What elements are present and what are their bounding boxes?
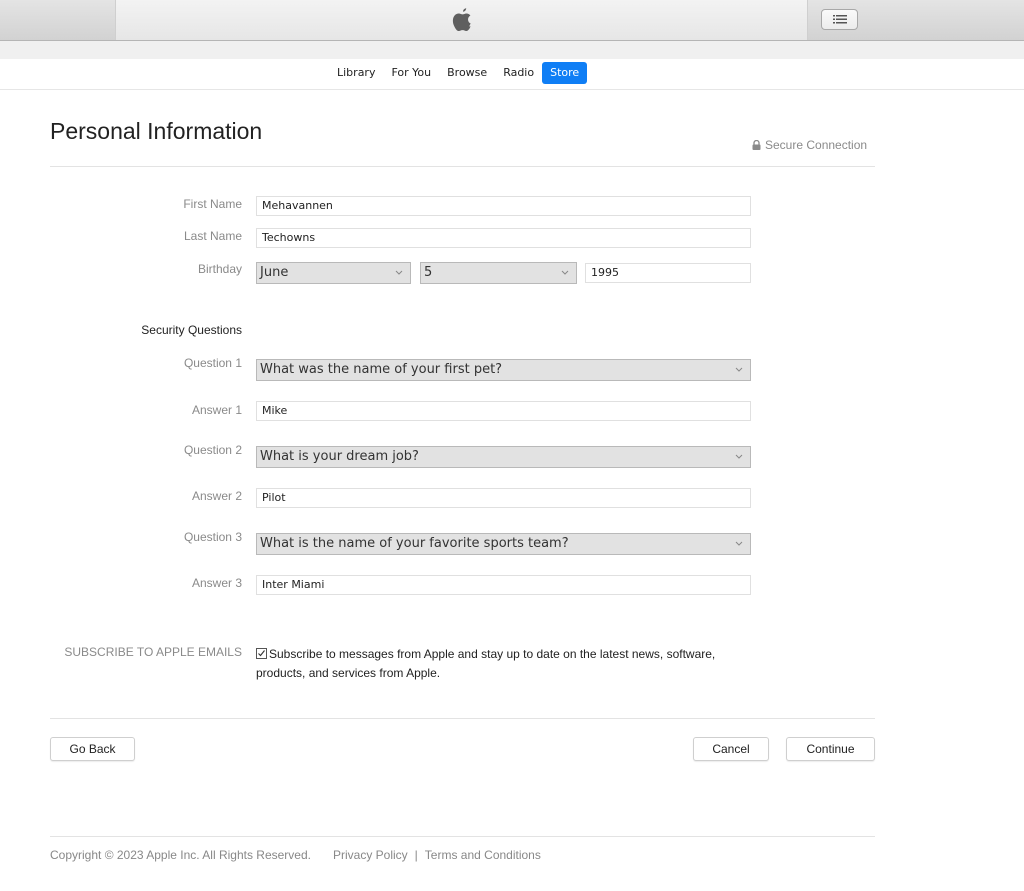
question-1-select[interactable]: What was the name of your first pet? [256,359,751,381]
answer-1-label: Answer 1 [191,403,242,417]
question-1-value: What was the name of your first pet? [260,362,503,377]
birthday-day-value: 5 [424,265,433,280]
question-2-select[interactable]: What is your dream job? [256,446,751,468]
question-2-label: Question 2 [183,443,242,457]
header-divider [50,166,875,167]
footer-separator: | [414,848,418,862]
answer-3-label: Answer 3 [191,576,242,590]
tab-store[interactable]: Store [542,62,588,84]
lock-icon [752,140,761,150]
tab-browse[interactable]: Browse [439,62,495,84]
tab-radio[interactable]: Radio [495,62,542,84]
birthday-month-select[interactable]: June [256,262,411,284]
question-2-value: What is your dream job? [260,449,419,464]
birthday-year-input[interactable]: 1995 [585,263,751,283]
tab-library[interactable]: Library [329,62,383,84]
main-nav: Library For You Browse Radio Store [0,59,1024,90]
page-title: Personal Information [50,118,263,144]
subscribe-checkbox[interactable] [256,648,267,659]
answer-2-input[interactable]: Pilot [256,488,751,508]
question-3-select[interactable]: What is the name of your favorite sports… [256,533,751,555]
birthday-day-select[interactable]: 5 [420,262,577,284]
security-questions-heading: Security Questions [141,323,242,337]
cancel-button[interactable]: Cancel [693,737,769,761]
actions-divider [50,718,875,719]
subscribe-text: Subscribe to messages from Apple and sta… [256,647,716,680]
birthday-label: Birthday [197,262,242,276]
subscribe-option: Subscribe to messages from Apple and sta… [256,645,756,683]
answer-3-input[interactable]: Inter Miami [256,575,751,595]
go-back-button[interactable]: Go Back [50,737,135,761]
title-bar [0,0,1024,41]
secure-connection-label: Secure Connection [765,138,868,152]
footer-divider [50,836,875,837]
copyright-text: Copyright © 2023 Apple Inc. All Rights R… [50,848,311,862]
list-view-button[interactable] [821,9,858,30]
question-1-label: Question 1 [183,356,242,370]
question-3-label: Question 3 [183,530,242,544]
privacy-policy-link[interactable]: Privacy Policy [333,848,408,862]
last-name-input[interactable]: Techowns [256,228,751,248]
last-name-label: Last Name [183,229,242,243]
chevron-down-icon [735,367,743,372]
list-icon [832,15,847,24]
apple-logo-icon [452,8,471,31]
secure-connection: Secure Connection [752,138,867,152]
chevron-down-icon [735,454,743,459]
sub-toolbar [0,41,1024,59]
answer-2-label: Answer 2 [191,489,242,503]
chevron-down-icon [561,270,569,275]
subscribe-label: SUBSCRIBE TO APPLE EMAILS [64,645,242,659]
question-3-value: What is the name of your favorite sports… [260,536,569,551]
continue-button[interactable]: Continue [786,737,875,761]
tab-for-you[interactable]: For You [383,62,439,84]
footer: Copyright © 2023 Apple Inc. All Rights R… [50,848,541,862]
terms-link[interactable]: Terms and Conditions [425,848,541,862]
first-name-label: First Name [183,197,242,211]
first-name-input[interactable]: Mehavannen [256,196,751,216]
birthday-month-value: June [260,265,289,280]
checkmark-icon [258,650,265,657]
chevron-down-icon [395,270,403,275]
chevron-down-icon [735,541,743,546]
answer-1-input[interactable]: Mike [256,401,751,421]
